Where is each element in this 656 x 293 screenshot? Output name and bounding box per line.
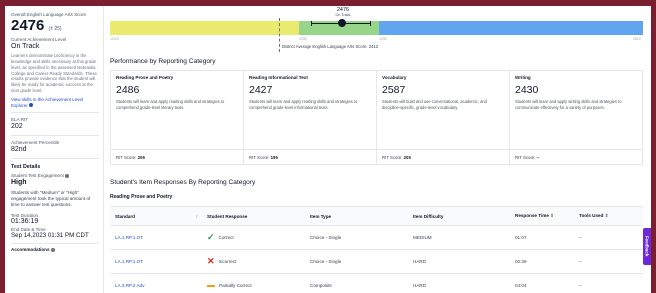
category-description: Students will learn and apply reading sk…	[116, 99, 225, 110]
overall-score: 2476 (± 25)	[11, 16, 103, 34]
scale-tick: 2330	[299, 37, 307, 41]
feedback-tab[interactable]: Feedback	[643, 228, 651, 265]
item-difficulty: MEDIUM	[413, 235, 432, 240]
standard-link[interactable]: LA.1.RP.1.OT	[110, 235, 202, 240]
response-time: 01:07	[515, 235, 527, 240]
engagement-value: High	[11, 178, 27, 186]
sort-icon[interactable]: ⇕	[550, 213, 554, 218]
tools-used: --	[579, 235, 583, 240]
table-row: LA.1.RP.1.OT ✓ Correct Choice - Single M…	[110, 226, 643, 250]
engagement-description: Students with "Medium" or "High" engagem…	[11, 190, 91, 208]
column-header-response-time[interactable]: Response Time ⇕	[510, 213, 574, 219]
score-marker: 2476 On Track	[325, 7, 361, 17]
achievement-percentile-value: 82nd	[11, 145, 27, 153]
category-score: 2587	[382, 84, 406, 96]
tools-used: --	[579, 283, 583, 288]
item-type: Composite	[310, 283, 332, 288]
item-difficulty: HARD	[413, 283, 427, 288]
score-marker-status: On Track	[335, 13, 351, 17]
info-icon[interactable]	[50, 248, 55, 253]
column-header-response: Student Response	[207, 213, 248, 219]
performance-cards: Reading Prose and Poetry 2486 Students w…	[110, 70, 643, 165]
item-type: Choice - Single	[310, 235, 342, 240]
scale-tick: 2610	[633, 37, 641, 41]
category-rit: RIT Score: --	[510, 149, 642, 164]
ela-rit-value: 202	[11, 122, 23, 130]
student-response: Partially Correct	[202, 283, 305, 288]
overall-score-value: 2476	[11, 16, 45, 34]
category-title: Vocabulary	[382, 75, 407, 80]
sidebar: Overall English Language Arts Score 2476…	[5, 6, 104, 293]
achievement-scale-bar	[110, 21, 643, 35]
category-description: Students will learn and apply reading sk…	[249, 99, 358, 110]
category-score: 2430	[515, 84, 539, 96]
response-time: 04:04	[515, 283, 527, 288]
table-row: LA.1.RP.1.OT ✕ Incorrect Choice - Single…	[110, 250, 643, 274]
scale-segment-below	[110, 21, 299, 35]
category-rit: RIT Score: 205	[377, 149, 509, 164]
end-date-value: Sep 14,2023 01:31 PM CDT	[11, 232, 89, 240]
student-score-dot[interactable]	[338, 19, 346, 27]
category-title: Reading Informational Text	[249, 75, 308, 80]
response-time: 02:39	[515, 259, 527, 264]
column-header-tools[interactable]: Tools Used ⇕	[574, 213, 643, 219]
sort-icon[interactable]: ⇕	[605, 213, 609, 218]
student-response: ✓ Correct	[207, 232, 234, 242]
column-header-item-type: Item Type	[310, 213, 332, 219]
accommodations-label: Accommodations	[11, 247, 103, 253]
category-card: Reading Prose and Poetry 2486 Students w…	[111, 71, 244, 164]
scale-tick: 2430	[379, 37, 387, 41]
column-header-difficulty: Item Difficulty	[413, 213, 444, 219]
score-range-cap	[311, 21, 312, 26]
category-title: Writing	[515, 75, 531, 80]
column-header-standard[interactable]: Standard ↑	[110, 214, 202, 219]
dash-icon	[207, 284, 215, 287]
category-description: Students will build and use conversation…	[382, 99, 487, 110]
scale-tick: 2220	[111, 37, 119, 41]
table-header: Standard ↑ Student Response Item Type It…	[110, 206, 643, 226]
standard-link[interactable]: LA.3.RP.2.Adv	[110, 283, 202, 288]
performance-heading: Performance by Reporting Category	[110, 58, 216, 65]
x-mark-icon: ✕	[207, 256, 215, 266]
achievement-level-value: On Track	[11, 42, 40, 50]
achievement-explorer-link[interactable]: View skills in the Achievement Level Exp…	[11, 97, 97, 109]
category-rit: RIT Score: 195	[244, 149, 376, 164]
score-range-cap	[370, 21, 371, 26]
scale-segment-advanced	[379, 21, 643, 35]
sort-icon[interactable]: ↑	[196, 214, 198, 219]
overall-score-margin: (± 25)	[48, 25, 62, 32]
arrow-circle-icon	[29, 103, 34, 108]
item-responses-heading: Student's Item Responses By Reporting Ca…	[110, 179, 256, 186]
category-rit: RIT Score: 206	[111, 149, 243, 164]
tools-used: --	[579, 259, 583, 264]
main-content: 2476 On Track District Average English L…	[110, 6, 651, 293]
item-responses-table: Standard ↑ Student Response Item Type It…	[110, 206, 643, 293]
category-card: Vocabulary 2587 Students will build and …	[377, 71, 510, 164]
item-difficulty: HARD	[413, 259, 427, 264]
test-duration-value: 01:36:19	[11, 218, 39, 226]
category-card: Writing 2430 Students will learn and app…	[510, 71, 642, 164]
checkmark-icon: ✓	[207, 232, 215, 242]
category-title: Reading Prose and Poetry	[116, 75, 174, 80]
category-score: 2486	[116, 84, 140, 96]
standard-link[interactable]: LA.1.RP.1.OT	[110, 259, 202, 264]
response-category-heading: Reading Prose and Poetry	[110, 194, 173, 200]
info-icon[interactable]	[65, 173, 70, 178]
category-score: 2427	[249, 84, 273, 96]
category-card: Reading Informational Text 2427 Students…	[244, 71, 377, 164]
district-average-label: District Average English Language Arts S…	[282, 44, 379, 49]
district-average-line	[279, 18, 280, 52]
category-description: Students will learn and apply writing sk…	[515, 99, 622, 110]
item-type: Choice - Single	[310, 259, 342, 264]
student-response: ✕ Incorrect	[207, 256, 237, 266]
achievement-level-description: Learners demonstrate proficiency in the …	[11, 53, 97, 93]
report-frame: Overall English Language Arts Score 2476…	[5, 6, 651, 293]
table-row: LA.3.RP.2.Adv Partially Correct Composit…	[110, 274, 643, 293]
